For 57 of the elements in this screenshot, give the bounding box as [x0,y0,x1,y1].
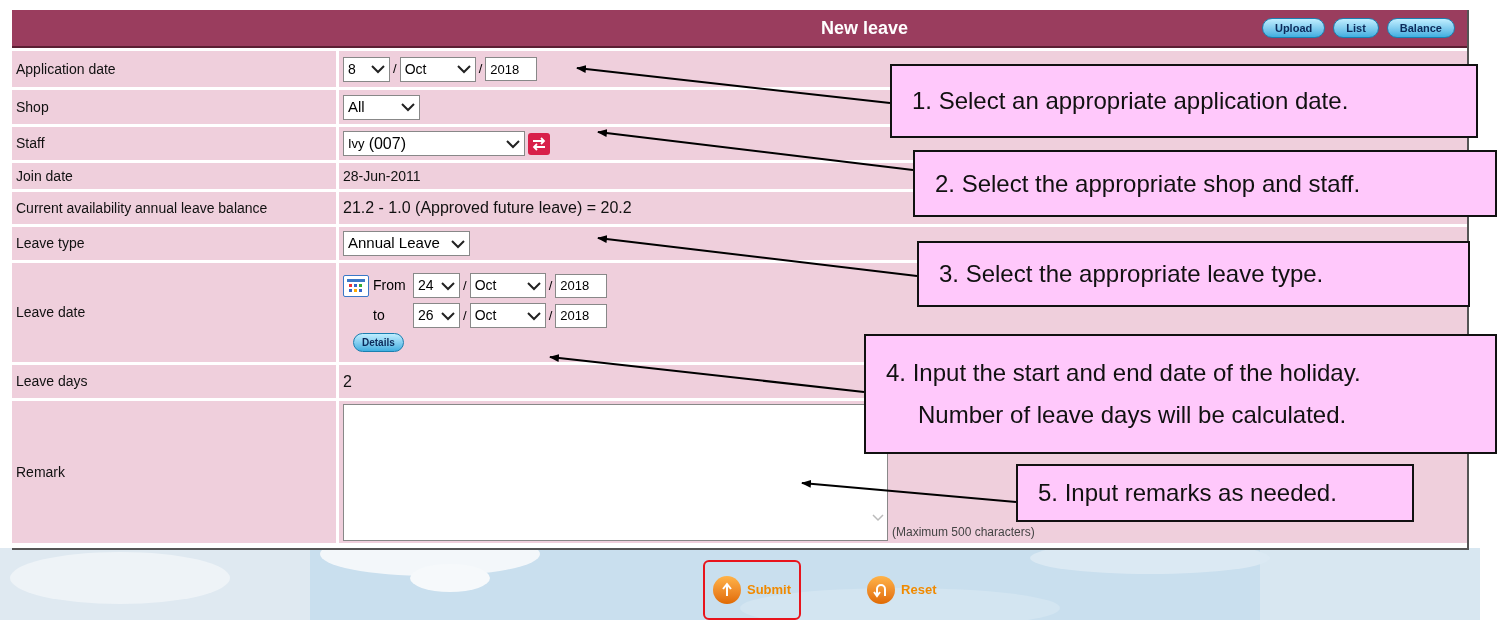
callout-text: 1. Select an appropriate application date. [912,86,1350,116]
date-separator: / [548,276,553,295]
value-text: 2 [343,371,352,392]
callout-text: Number of leave days will be calculated. [917,400,1348,430]
dropdown[interactable]: Oct [399,56,476,82]
dropdown[interactable]: Annual Leave [343,231,470,256]
label-cell: Join date [12,163,336,189]
to-label: to [373,306,386,325]
value-text: 28-Jun-2011 [343,166,421,186]
details-button[interactable]: Details [353,333,404,352]
label-cell: Shop [12,90,336,124]
dropdown[interactable]: Oct [469,273,546,298]
label-cell: Application date [12,51,336,87]
header-button[interactable]: Upload [1261,18,1326,38]
chevron-icon [506,138,520,149]
dropdown[interactable]: 26 [413,303,460,328]
label-cell: Leave date [12,263,336,362]
label-cell: Staff [12,127,336,160]
chevron-icon [526,310,541,321]
chevron-icon [451,238,465,249]
chevron-icon [456,64,471,74]
header-button[interactable]: List [1333,18,1379,38]
label-cell: Leave days [12,365,336,398]
chevron-icon [441,280,455,291]
chevron-icon [526,280,541,291]
date-separator: / [463,276,467,295]
dropdown[interactable]: All [343,94,420,120]
year-field[interactable]: 2018 [485,57,538,81]
callout-text: 5. Input remarks as needed. [1038,478,1338,508]
year-field[interactable]: 2018 [555,303,608,328]
chevron-icon [401,102,415,112]
label-cell: Leave type [12,227,336,260]
hint-text: (Maximum 500 characters) [892,524,1035,541]
callout-text: 3. Select the appropriate leave type. [939,259,1325,289]
form-title: New leave [821,16,909,40]
remark-field[interactable] [343,404,888,541]
dropdown[interactable]: Ivy (007) [343,131,525,156]
swap-icon[interactable] [528,132,550,155]
label-cell: Remark [12,401,336,543]
value-text: 21.2 - 1.0 (Approved future leave) = 20.2 [343,198,632,218]
date-separator: / [478,60,483,79]
date-separator: / [548,306,553,325]
dropdown[interactable]: 8 [343,56,390,82]
from-label: From [373,276,407,295]
header-button[interactable]: Balance [1386,18,1455,38]
chevron-icon [371,64,385,74]
date-separator: / [463,306,467,325]
label-cell: Current availability annual leave balance [12,192,336,224]
dropdown[interactable]: Oct [469,303,546,328]
chevron-icon [441,310,455,321]
callout-text: 2. Select the appropriate shop and staff. [935,168,1362,199]
date-separator: / [393,60,397,79]
year-field[interactable]: 2018 [555,273,608,298]
scroll-down-icon [872,514,884,522]
dropdown[interactable]: 24 [413,273,460,298]
calendar-icon[interactable] [343,274,369,297]
callout-text: 4. Input the start and end date of the holiday. [886,358,1362,388]
